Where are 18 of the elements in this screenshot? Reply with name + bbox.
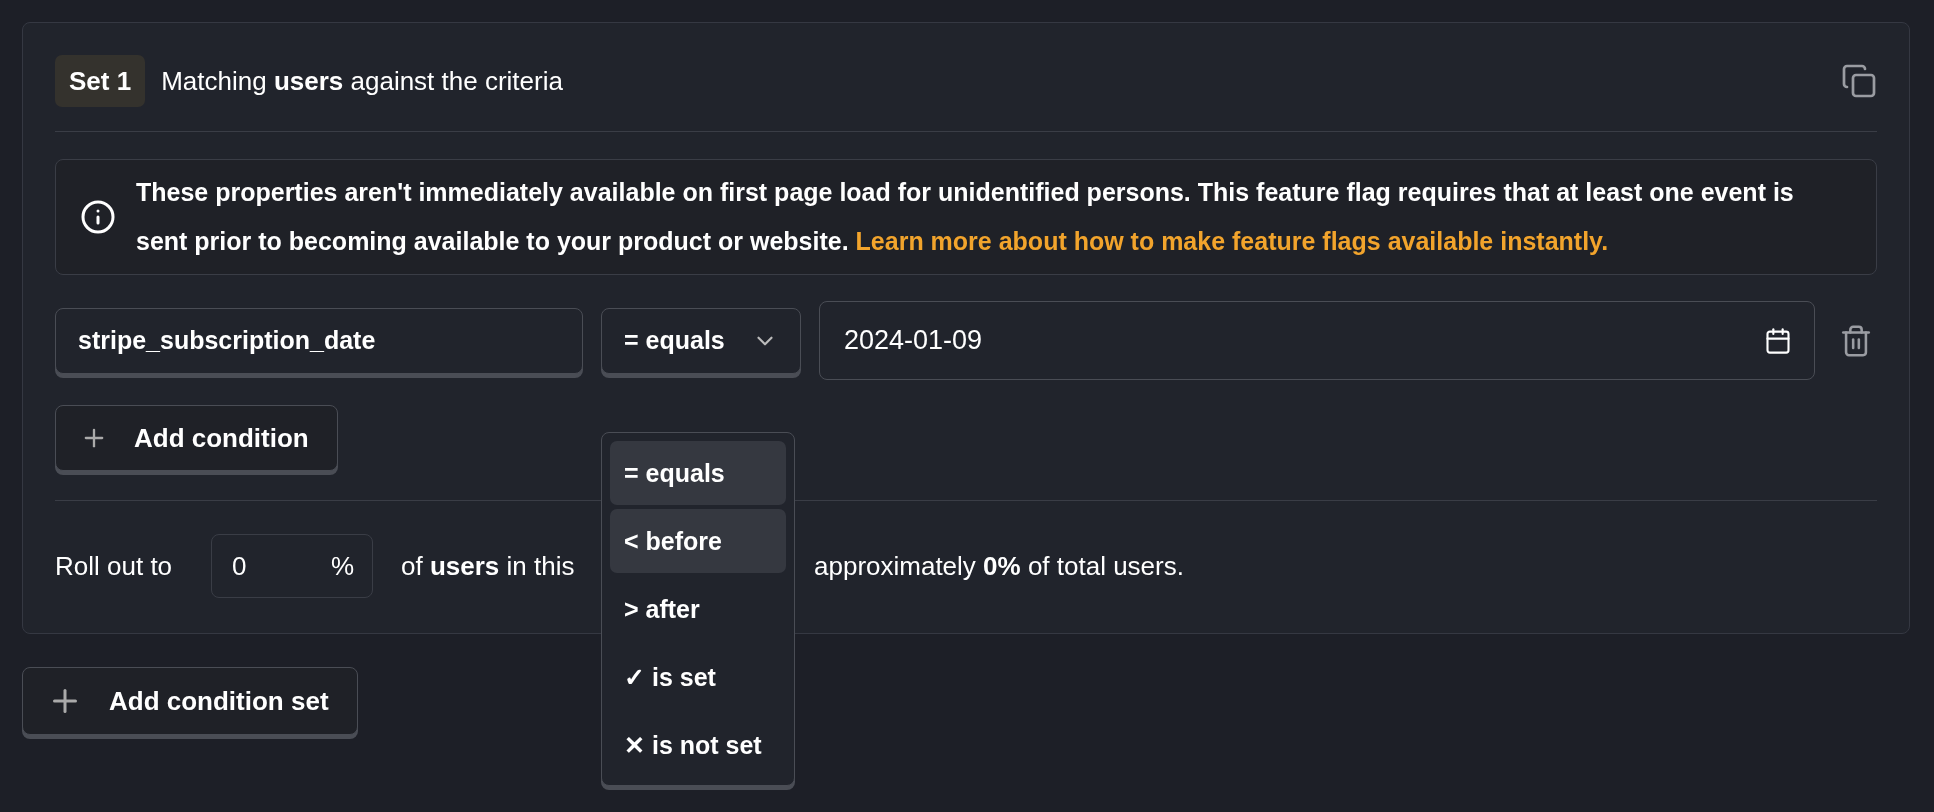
info-text: These properties aren't immediately available on first page load for unidentified persons. This feature flag requires that at least one event is sent prior to becoming available to your product or website. Learn more about how to make feature flags available instantly. xyxy=(136,177,1795,257)
rollout-percent-field[interactable]: 0 % xyxy=(211,534,373,598)
rollout-text: of users in this xyxy=(401,550,576,582)
menu-item[interactable]: = equals xyxy=(610,441,786,505)
trash-icon[interactable] xyxy=(1839,323,1873,358)
rollout-text: approximately 0% of total users. xyxy=(814,550,1184,582)
copy-icon[interactable] xyxy=(1841,63,1877,99)
learn-more-link[interactable]: Learn more about how to make feature flags available instantly. xyxy=(855,227,1609,255)
set-title: Matching users against the criteria xyxy=(161,65,564,97)
set-badge: Set 1 xyxy=(55,55,146,107)
calendar-icon[interactable] xyxy=(1764,326,1792,355)
info-icon xyxy=(80,199,116,235)
rollout-label: Roll out to xyxy=(55,550,174,582)
date-field[interactable]: 2024-01-09 xyxy=(819,301,1815,380)
menu-item[interactable]: < before xyxy=(610,509,786,573)
menu-item[interactable]: ✓ is set xyxy=(610,645,786,709)
menu-item[interactable]: ✕ is not set xyxy=(610,713,786,777)
menu-item[interactable]: > after xyxy=(610,577,786,641)
